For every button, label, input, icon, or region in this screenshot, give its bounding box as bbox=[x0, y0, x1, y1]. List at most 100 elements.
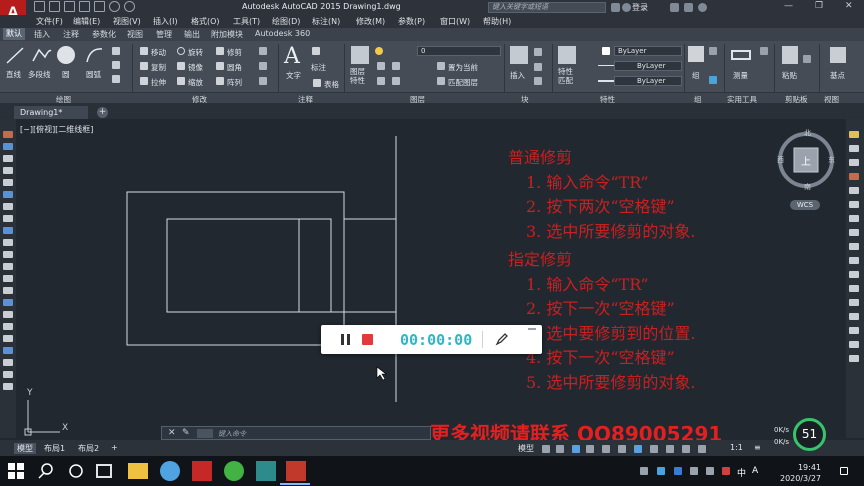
viewcube-north[interactable]: 北 bbox=[804, 128, 811, 138]
input-lang[interactable]: 中 bbox=[737, 466, 746, 479]
layout-tab-1[interactable]: 布局1 bbox=[44, 443, 65, 454]
tool-scale-icon[interactable] bbox=[849, 229, 859, 236]
drawing-geometry bbox=[24, 136, 397, 436]
tool-offset-icon[interactable] bbox=[849, 173, 859, 180]
tool-copy-icon[interactable] bbox=[849, 145, 859, 152]
tool-addselected-icon[interactable] bbox=[3, 347, 13, 354]
viewcube-south[interactable]: 南 bbox=[804, 182, 811, 192]
wcs-menu[interactable]: WCS bbox=[790, 200, 820, 210]
tool-rotate-icon[interactable] bbox=[849, 215, 859, 222]
tray-volume-icon[interactable] bbox=[706, 467, 714, 475]
tool-point-icon[interactable] bbox=[3, 275, 13, 282]
layout-tab-model[interactable]: 模型 bbox=[14, 443, 36, 454]
annotation-scale[interactable]: 1:1 bbox=[730, 443, 743, 452]
tool-extra-icon[interactable] bbox=[3, 371, 13, 378]
lineweight-toggle-icon[interactable] bbox=[634, 445, 642, 453]
left-toolbar bbox=[0, 119, 16, 438]
search-icon[interactable] bbox=[38, 463, 54, 479]
note-step: 5. 选中所要修剪的对象. bbox=[526, 372, 696, 392]
app-icon[interactable] bbox=[256, 461, 276, 481]
tool-spline-icon[interactable] bbox=[3, 227, 13, 234]
cpu-gauge[interactable]: 51 bbox=[793, 418, 826, 451]
stop-icon[interactable] bbox=[362, 334, 373, 345]
tool-mtext-icon[interactable] bbox=[3, 359, 13, 366]
command-history-icon[interactable] bbox=[197, 429, 213, 438]
tool-line-icon[interactable] bbox=[3, 131, 13, 138]
tool-fillet-icon[interactable] bbox=[849, 327, 859, 334]
tray-cloud-icon[interactable] bbox=[657, 467, 665, 475]
tool-trim-icon[interactable] bbox=[849, 257, 859, 264]
viewcube-top-face[interactable]: 上 bbox=[801, 153, 811, 168]
command-close-icon[interactable]: ✕ bbox=[168, 428, 176, 438]
ime-mode[interactable]: A bbox=[752, 466, 758, 476]
tool-break-icon[interactable] bbox=[849, 285, 859, 292]
tool-arc-icon[interactable] bbox=[3, 191, 13, 198]
file-explorer-icon[interactable] bbox=[128, 463, 148, 479]
layout-tab-2[interactable]: 布局2 bbox=[78, 443, 99, 454]
draw-pen-icon[interactable] bbox=[495, 332, 509, 346]
tool-erase-icon[interactable] bbox=[849, 131, 859, 138]
notification-center-icon[interactable] bbox=[840, 467, 848, 475]
task-view-icon[interactable] bbox=[96, 464, 112, 478]
upload-speed: 0K/s bbox=[774, 426, 790, 434]
tool-explode-icon[interactable] bbox=[849, 341, 859, 348]
tool-insert-icon[interactable] bbox=[3, 251, 13, 258]
tool-extra2-icon[interactable] bbox=[3, 383, 13, 390]
tool-stretch-icon[interactable] bbox=[849, 243, 859, 250]
workspace-icon[interactable] bbox=[698, 445, 706, 453]
tool-table-icon[interactable] bbox=[3, 323, 13, 330]
divider bbox=[482, 331, 483, 348]
grid-icon[interactable] bbox=[542, 445, 550, 453]
tool-chamfer-icon[interactable] bbox=[849, 313, 859, 320]
snap-icon[interactable] bbox=[556, 445, 564, 453]
tool-construct-icon[interactable] bbox=[3, 143, 13, 150]
command-input[interactable]: 键入命令 bbox=[218, 429, 246, 439]
ortho-icon[interactable] bbox=[572, 445, 580, 453]
osnap-icon[interactable] bbox=[602, 445, 610, 453]
system-clock[interactable]: 19:41 2020/3/27 bbox=[780, 462, 821, 484]
tool-move-icon[interactable] bbox=[849, 201, 859, 208]
tool-mirror-icon[interactable] bbox=[849, 159, 859, 166]
minimize-recorder-icon[interactable] bbox=[528, 328, 536, 330]
tray-app-icon[interactable] bbox=[722, 467, 730, 475]
note-title-normal-trim: 普通修剪 bbox=[508, 148, 573, 167]
tool-circle-icon[interactable] bbox=[3, 203, 13, 210]
tool-text-icon[interactable] bbox=[3, 335, 13, 342]
tool-extend-icon[interactable] bbox=[849, 271, 859, 278]
tray-network-icon[interactable] bbox=[690, 467, 698, 475]
tool-misc-icon[interactable] bbox=[849, 355, 859, 362]
tray-bluetooth-icon[interactable] bbox=[674, 467, 682, 475]
tray-expand-icon[interactable] bbox=[640, 467, 648, 475]
browser-icon[interactable] bbox=[160, 461, 180, 481]
pause-icon-bar1[interactable] bbox=[341, 334, 344, 345]
tool-polygon-icon[interactable] bbox=[3, 167, 13, 174]
annotation-icon[interactable] bbox=[682, 445, 690, 453]
tool-array-icon[interactable] bbox=[849, 187, 859, 194]
ucs-x-label: X bbox=[62, 423, 69, 433]
windows-start-icon[interactable] bbox=[8, 463, 24, 479]
transparency-icon[interactable] bbox=[650, 445, 658, 453]
polar-icon[interactable] bbox=[586, 445, 594, 453]
pause-icon[interactable] bbox=[347, 334, 350, 345]
otrack-icon[interactable] bbox=[618, 445, 626, 453]
command-settings-icon[interactable]: ✎ bbox=[182, 428, 190, 438]
tool-polyline-icon[interactable] bbox=[3, 155, 13, 162]
tool-gradient-icon[interactable] bbox=[3, 299, 13, 306]
cortana-icon[interactable] bbox=[68, 463, 84, 479]
wechat-icon[interactable] bbox=[224, 461, 244, 481]
autocad-taskbar-icon[interactable] bbox=[192, 461, 212, 481]
tool-ellipse-icon[interactable] bbox=[3, 239, 13, 246]
tool-region-icon[interactable] bbox=[3, 311, 13, 318]
selection-cycling-icon[interactable] bbox=[666, 445, 674, 453]
tool-block-icon[interactable] bbox=[3, 263, 13, 270]
tool-hatch-icon[interactable] bbox=[3, 287, 13, 294]
status-menu-icon[interactable]: ≡ bbox=[754, 443, 761, 452]
recorder-taskbar-icon[interactable] bbox=[286, 461, 306, 481]
tool-rect-icon[interactable] bbox=[3, 179, 13, 186]
clock-date: 2020/3/27 bbox=[780, 474, 822, 483]
tool-join-icon[interactable] bbox=[849, 299, 859, 306]
tool-revcloud-icon[interactable] bbox=[3, 215, 13, 222]
viewcube-east[interactable]: 东 bbox=[828, 155, 835, 165]
add-layout-icon[interactable]: + bbox=[111, 443, 118, 452]
viewcube-west[interactable]: 西 bbox=[777, 155, 784, 165]
